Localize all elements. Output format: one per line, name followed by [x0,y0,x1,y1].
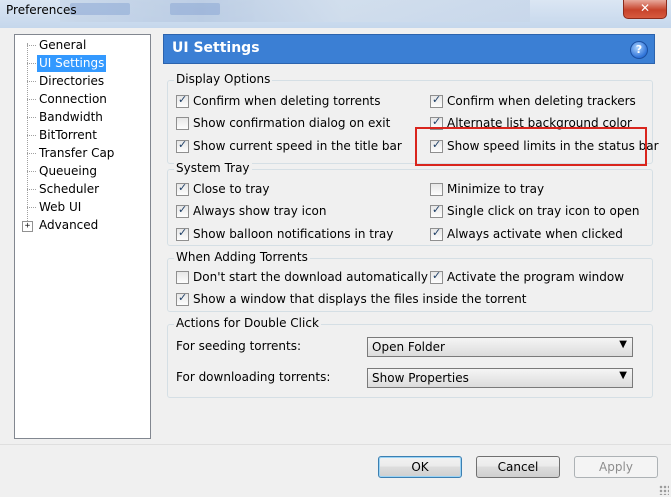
speed-in-title-bar-checkbox[interactable]: ✓ Show current speed in the title bar [176,138,402,154]
close-to-tray-checkbox[interactable]: ✓ Close to tray [176,181,269,197]
checkbox-box [176,116,189,130]
checkbox-box: ✓ [430,268,443,284]
close-button[interactable]: ✕ [623,0,667,19]
adding-torrents-legend: When Adding Torrents [174,250,310,264]
title-bar: Preferences ✕ [0,0,671,29]
tree-item-scheduler[interactable]: Scheduler [37,181,101,198]
tree-item-ui-settings[interactable]: UI Settings [37,55,107,72]
dont-start-download-checkbox[interactable]: Don't start the download automatically [176,269,428,285]
checkbox-box: ✓ [430,202,443,218]
checkbox-box: ✓ [176,92,189,108]
downloading-action-value: Show Properties [372,371,469,385]
system-tray-legend: System Tray [174,161,252,175]
downloading-label: For downloading torrents: [176,370,331,384]
dropdown-arrow-icon: ▼ [619,370,627,381]
check-icon: ✓ [432,202,442,216]
checkbox-box: ✓ [176,225,189,241]
single-click-tray-checkbox[interactable]: ✓ Single click on tray icon to open [430,203,640,219]
help-icon[interactable]: ? [630,41,648,59]
double-click-legend: Actions for Double Click [174,316,321,330]
checkbox-box [430,182,443,196]
check-icon: ✓ [178,137,188,151]
check-icon: ✓ [432,114,442,128]
balloon-notifications-checkbox[interactable]: ✓ Show balloon notifications in tray [176,226,393,242]
checkbox-box: ✓ [430,92,443,108]
checkbox-box: ✓ [176,202,189,218]
cancel-button[interactable]: Cancel [476,456,560,478]
seeding-action-value: Open Folder [372,340,445,354]
display-options-legend: Display Options [174,72,273,86]
check-icon: ✓ [432,225,442,239]
show-files-window-checkbox[interactable]: ✓ Show a window that displays the files … [176,291,526,307]
apply-button[interactable]: Apply [574,456,658,478]
always-activate-checkbox[interactable]: ✓ Always activate when clicked [430,226,623,242]
check-icon: ✓ [178,225,188,239]
footer-separator [0,444,671,445]
ok-button[interactable]: OK [378,456,462,478]
check-icon: ✓ [432,92,442,106]
minimize-to-tray-checkbox[interactable]: Minimize to tray [430,181,544,197]
background-window-strip [60,0,530,22]
check-icon: ✓ [178,180,188,194]
checkbox-box: ✓ [176,180,189,196]
pane-header: UI Settings ? [163,34,655,64]
confirm-delete-trackers-checkbox[interactable]: ✓ Confirm when deleting trackers [430,93,636,109]
tree-item-general[interactable]: General [37,37,88,54]
tree-item-transfer-cap[interactable]: Transfer Cap [37,145,116,162]
activate-program-window-checkbox[interactable]: ✓ Activate the program window [430,269,624,285]
expand-advanced-icon[interactable]: + [22,221,33,232]
tree-item-bandwidth[interactable]: Bandwidth [37,109,105,126]
check-icon: ✓ [178,202,188,216]
check-icon: ✓ [178,92,188,106]
resize-grip-icon[interactable] [659,485,669,495]
confirm-delete-torrents-checkbox[interactable]: ✓ Confirm when deleting torrents [176,93,381,109]
tree-item-queueing[interactable]: Queueing [37,163,99,180]
downloading-action-select[interactable]: Show Properties ▼ [367,368,633,388]
seeding-action-select[interactable]: Open Folder ▼ [367,337,633,357]
dropdown-arrow-icon: ▼ [619,339,627,350]
page-title: UI Settings [172,40,260,56]
window-title: Preferences [6,3,77,17]
checkbox-box: ✓ [176,137,189,153]
tree-item-connection[interactable]: Connection [37,91,109,108]
tree-item-bittorrent[interactable]: BitTorrent [37,127,99,144]
check-icon: ✓ [432,268,442,282]
highlight-annotation-box [415,127,647,166]
tree-item-web-ui[interactable]: Web UI [37,199,83,216]
tree-item-directories[interactable]: Directories [37,73,106,90]
checkbox-box [176,270,189,284]
always-show-tray-icon-checkbox[interactable]: ✓ Always show tray icon [176,203,327,219]
tree-item-advanced[interactable]: Advanced [37,217,100,234]
check-icon: ✓ [178,290,188,304]
checkbox-box: ✓ [176,290,189,306]
seeding-label: For seeding torrents: [176,339,301,353]
category-tree[interactable]: General UI Settings Directories Connecti… [14,34,151,439]
confirm-on-exit-checkbox[interactable]: Show confirmation dialog on exit [176,115,390,131]
checkbox-box: ✓ [430,225,443,241]
